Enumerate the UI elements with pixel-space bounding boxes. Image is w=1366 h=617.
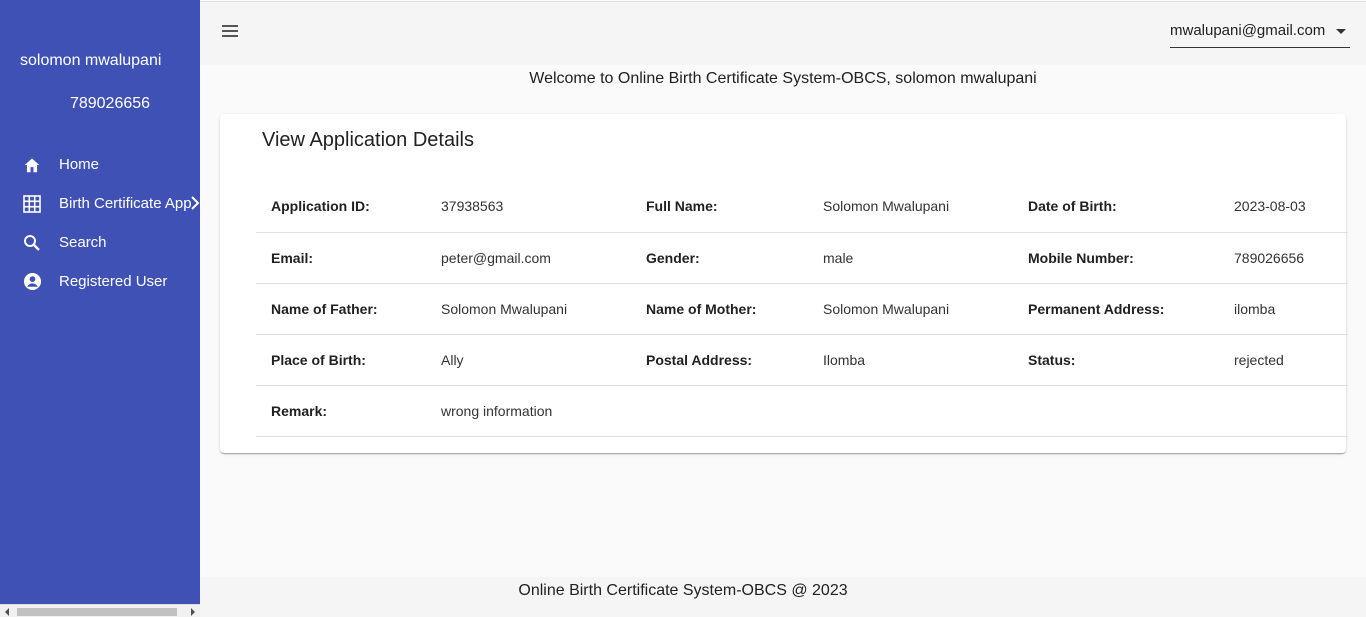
search-icon [22,233,42,253]
table-row: Name of Father: Solomon Mwalupani Name o… [256,283,1348,335]
detail-label: Remark: [256,385,426,437]
detail-label: Date of Birth: [1013,181,1219,233]
table-row: Application ID: 37938563 Full Name: Solo… [256,181,1348,233]
detail-value: Ally [426,334,631,386]
detail-label: Status: [1013,334,1219,386]
detail-value: 789026656 [1219,232,1348,284]
top-app-bar: mwalupani@gmail.com [200,1,1366,65]
sidebar-item-label: Registered User [59,273,168,290]
detail-value: ilomba [1219,283,1348,335]
sidebar-item-label: Birth Certificate App [59,195,192,212]
detail-value: Solomon Mwalupani [808,283,1013,335]
dropdown-caret-icon [1336,29,1346,34]
sidebar-horizontal-scrollbar[interactable] [0,604,200,617]
detail-label: Full Name: [631,181,808,233]
account-email: mwalupani@gmail.com [1170,22,1326,39]
detail-label: Email: [256,232,426,284]
home-icon [22,155,42,175]
detail-value: Solomon Mwalupani [808,181,1013,233]
scroll-right-arrow-icon[interactable] [191,608,195,616]
detail-label: Name of Father: [256,283,426,335]
sidebar-item-label: Search [59,234,107,251]
table-row: Remark: wrong information [256,385,1348,437]
detail-value: 37938563 [426,181,631,233]
sidebar-item-label: Home [59,156,100,173]
card-title: View Application Details [262,129,474,151]
table-row: Place of Birth: Ally Postal Address: Ilo… [256,334,1348,386]
sidebar-item-birth-certificate-app[interactable]: Birth Certificate App [0,184,200,223]
detail-label: Postal Address: [631,334,808,386]
detail-label: Application ID: [256,181,426,233]
scroll-left-arrow-icon[interactable] [5,608,9,616]
detail-value: 2023-08-03 [1219,181,1348,233]
sidebar-item-home[interactable]: Home [0,145,200,184]
footer-text: Online Birth Certificate System-OBCS @ 2… [518,582,848,599]
detail-value: Ilomba [808,334,1013,386]
footer: Online Birth Certificate System-OBCS @ 2… [200,577,1366,617]
sidebar-user-name: solomon mwalupani [20,52,162,69]
sidebar-nav: Home Birth Certificate App Search Regist… [0,145,200,301]
detail-value: rejected [1219,334,1348,386]
detail-value: Solomon Mwalupani [426,283,631,335]
welcome-message: Welcome to Online Birth Certificate Syst… [529,70,1037,87]
detail-label: Permanent Address: [1013,283,1219,335]
detail-label: Mobile Number: [1013,232,1219,284]
sidebar: solomon mwalupani 789026656 Home Birth C… [0,0,200,617]
detail-label: Gender: [631,232,808,284]
sidebar-item-search[interactable]: Search [0,223,200,262]
detail-label: Place of Birth: [256,334,426,386]
menu-icon[interactable] [222,25,240,41]
detail-value: male [808,232,1013,284]
application-details-table: Application ID: 37938563 Full Name: Solo… [256,181,1348,437]
account-select[interactable]: mwalupani@gmail.com [1170,16,1350,48]
chevron-right-icon [190,196,200,210]
sidebar-item-registered-user[interactable]: Registered User [0,262,200,301]
detail-label: Name of Mother: [631,283,808,335]
scrollbar-thumb[interactable] [17,608,177,616]
sidebar-user-phone: 789026656 [69,95,151,112]
grid-icon [22,194,42,214]
detail-value: wrong information [426,385,631,437]
detail-value: peter@gmail.com [426,232,631,284]
table-row: Email: peter@gmail.com Gender: male Mobi… [256,232,1348,284]
account-circle-icon [22,272,42,292]
